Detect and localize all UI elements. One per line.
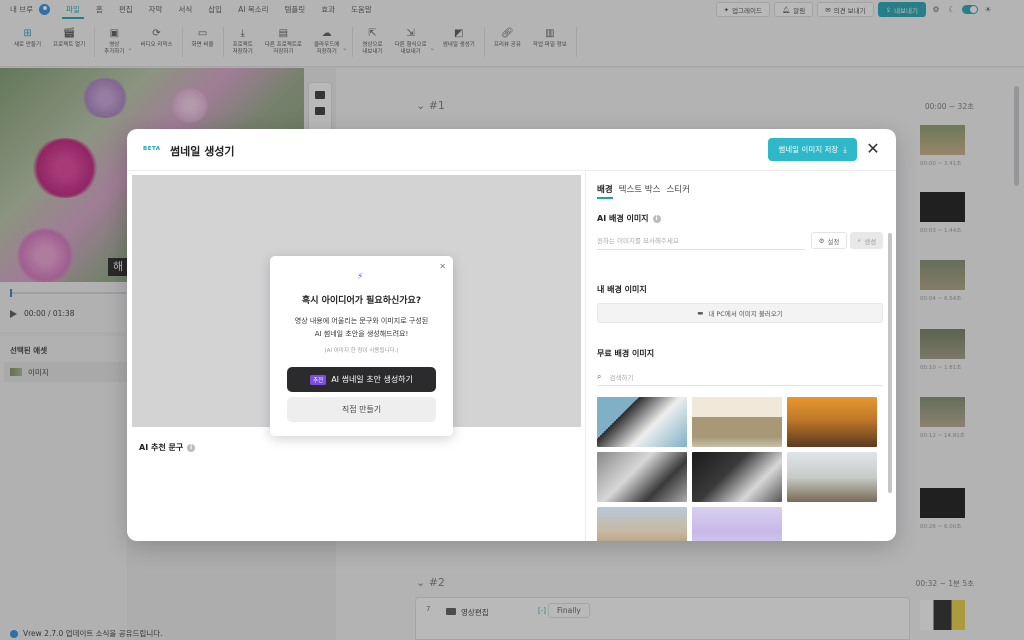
bg-image-forest-sunset[interactable] <box>787 397 877 447</box>
ai-settings-label: 설정 <box>827 237 840 246</box>
save-thumbnail-button[interactable]: 썸네일 이미지 저장 ⤓ <box>768 138 857 161</box>
panel-divider <box>585 171 586 541</box>
gear-icon: ⚙ <box>818 236 825 245</box>
ai-bg-heading-label: AI 배경 이미지 <box>597 214 649 223</box>
info-icon[interactable]: i <box>187 443 196 452</box>
thumbnail-generator-modal: BETA 썸네일 생성기 썸네일 이미지 저장 ⤓ ✕ ✕ ⚡︎ 혹시 아이디어… <box>127 129 896 541</box>
load-from-pc-button[interactable]: ▬ 내 PC에서 이미지 불러오기 <box>597 303 883 323</box>
popup-close-icon[interactable]: ✕ <box>439 262 446 271</box>
bg-image-cabinet-room[interactable] <box>692 397 782 447</box>
ai-bg-heading: AI 배경 이미지 i <box>597 213 661 224</box>
modal-header: BETA 썸네일 생성기 썸네일 이미지 저장 ⤓ ✕ <box>127 129 896 171</box>
monitor-icon: ▬ <box>697 309 704 317</box>
free-bg-search-input[interactable]: ⌕ 검색하기 <box>597 368 883 386</box>
modal-title: 썸네일 생성기 <box>170 145 235 158</box>
save-thumbnail-label: 썸네일 이미지 저장 <box>778 145 839 154</box>
beta-badge: BETA <box>143 146 161 152</box>
ai-draft-popup: ✕ ⚡︎ 혹시 아이디어가 필요하신가요? 영상 내용에 어울리는 문구와 이미… <box>270 256 453 436</box>
bolt-icon: ⚡︎ <box>357 272 364 282</box>
background-tabs: 배경 텍스트 박스 스티커 <box>597 183 690 199</box>
popup-desc-line: AI 썸네일 초안을 생성해드려요! <box>314 330 409 338</box>
ai-generate-button[interactable]: ⚡︎ 생성 <box>850 232 883 249</box>
generate-ai-draft-button[interactable]: 추천 AI 썸네일 초안 생성하기 <box>287 367 436 392</box>
right-panel-scrollbar[interactable] <box>888 233 892 493</box>
download-icon: ⤓ <box>843 144 847 154</box>
ai-bg-prompt-input[interactable]: 원하는 이미지를 묘사해주세요 <box>597 233 805 250</box>
ai-generate-label: 생성 <box>864 237 877 246</box>
tab-text-box[interactable]: 텍스트 박스 <box>619 183 661 199</box>
ai-recommend-heading: AI 추천 문구 i <box>139 442 196 453</box>
my-bg-heading: 내 배경 이미지 <box>597 285 647 294</box>
popup-title: 혹시 아이디어가 필요하신가요? <box>301 296 422 306</box>
bg-image-laptop-desk[interactable] <box>597 452 687 502</box>
tab-sticker[interactable]: 스티커 <box>666 183 689 199</box>
recommend-badge: 추천 <box>310 374 327 385</box>
generate-ai-draft-label: AI 썸네일 초안 생성하기 <box>331 375 413 384</box>
ai-settings-button[interactable]: ⚙ 설정 <box>811 232 847 249</box>
load-from-pc-label: 내 PC에서 이미지 불러오기 <box>708 310 783 318</box>
close-icon[interactable]: ✕ <box>864 140 882 158</box>
bg-image-cat-lying[interactable] <box>787 452 877 502</box>
bg-image-tablet-desk[interactable] <box>692 452 782 502</box>
free-bg-grid <box>597 397 878 541</box>
search-icon: ⌕ <box>597 371 602 381</box>
thumbnail-canvas[interactable]: ✕ ⚡︎ 혹시 아이디어가 필요하신가요? 영상 내용에 어울리는 문구와 이미… <box>132 175 581 436</box>
bg-image-sketch-figure[interactable] <box>597 397 687 447</box>
popup-desc-line: 영상 내용에 어울리는 문구와 이미지로 구성된 <box>294 317 429 325</box>
free-bg-heading: 무료 배경 이미지 <box>597 349 655 358</box>
ai-recommend-label: AI 추천 문구 <box>139 443 184 452</box>
popup-description: 영상 내용에 어울리는 문구와 이미지로 구성된 AI 썸네일 초안을 생성해드… <box>270 315 453 341</box>
bolt-icon: ⚡︎ <box>856 236 862 245</box>
search-placeholder: 검색하기 <box>609 373 634 382</box>
make-manually-button[interactable]: 직접 만들기 <box>287 397 436 422</box>
bg-image-city-skyline[interactable] <box>597 507 687 541</box>
tab-background[interactable]: 배경 <box>597 183 613 199</box>
bg-image-purple-clouds[interactable] <box>692 507 782 541</box>
info-icon[interactable]: i <box>652 214 661 223</box>
popup-note: (AI 이미지 한 장이 사용됩니다.) <box>324 348 399 354</box>
